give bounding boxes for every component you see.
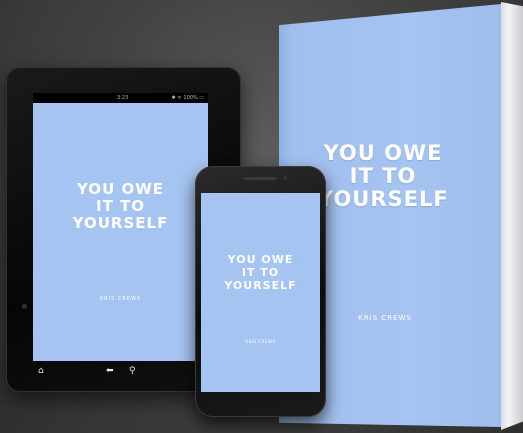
home-icon[interactable]: ⌂	[38, 365, 44, 377]
tablet-screen-cover	[33, 103, 208, 361]
phone-cover-title: YOU OWE IT TO YOURSELF	[224, 253, 297, 292]
book-cover-author: KRIS CREWS	[358, 314, 412, 322]
phone-screen-cover	[201, 193, 320, 392]
back-icon[interactable]: ⬅	[106, 365, 114, 377]
tablet-status-time: 3:23	[117, 95, 129, 101]
phone-cover-author: KRIS CREWS	[245, 339, 276, 344]
tablet-status-icons: ✱ ᯤ 100% ▭	[171, 95, 204, 101]
book-cover-title: YOU OWE IT TO YOURSELF	[318, 141, 449, 211]
phone-speaker-grille	[244, 177, 276, 180]
ebook-mockup-scene: YOU OWE IT TO YOURSELF KRIS CREWS 3:23 ✱…	[0, 0, 523, 433]
search-icon[interactable]: ⚲	[129, 365, 136, 377]
tablet-camera-icon	[22, 304, 27, 309]
tablet-cover-title: YOU OWE IT TO YOURSELF	[72, 180, 169, 232]
tablet-nav-bar: ⌂ ⬅ ⚲	[33, 361, 208, 383]
tablet-cover-author: KRIS CREWS	[99, 296, 142, 302]
book-page-edge	[501, 2, 523, 430]
phone-camera-icon	[283, 176, 287, 180]
tablet-status-bar: 3:23 ✱ ᯤ 100% ▭	[33, 93, 208, 103]
